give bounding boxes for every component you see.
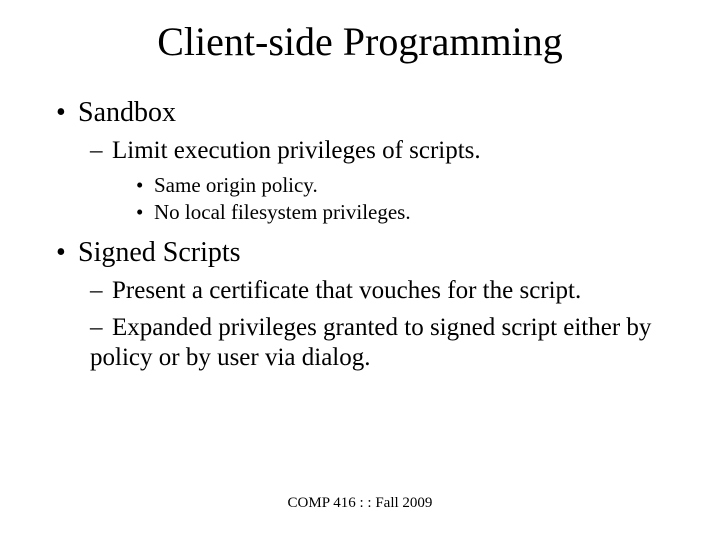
- bullet-text: No local filesystem privileges.: [154, 200, 411, 224]
- bullet-text: Same origin policy.: [154, 173, 318, 197]
- bullet-icon: •: [136, 200, 154, 226]
- slide-footer: COMP 416 : : Fall 2009: [0, 495, 720, 512]
- bullet-text: Expanded privileges granted to signed sc…: [90, 314, 651, 372]
- slide: Client-side Programming •Sandbox –Limit …: [0, 0, 720, 540]
- subsubbullet-same-origin: •Same origin policy.: [136, 173, 670, 199]
- bullet-text: Signed Scripts: [78, 237, 241, 268]
- slide-body: •Sandbox –Limit execution privileges of …: [56, 96, 670, 380]
- dash-icon: –: [90, 136, 112, 167]
- bullet-sandbox: •Sandbox: [56, 96, 670, 130]
- bullet-icon: •: [56, 236, 78, 270]
- slide-title: Client-side Programming: [0, 18, 720, 65]
- subbullet-limit: –Limit execution privileges of scripts.: [90, 136, 670, 167]
- subsubbullet-no-fs: •No local filesystem privileges.: [136, 200, 670, 226]
- dash-icon: –: [90, 276, 112, 307]
- subbullet-cert: –Present a certificate that vouches for …: [90, 276, 670, 307]
- bullet-icon: •: [56, 96, 78, 130]
- bullet-icon: •: [136, 173, 154, 199]
- subbullet-expanded: –Expanded privileges granted to signed s…: [90, 313, 670, 374]
- bullet-text: Sandbox: [78, 97, 176, 128]
- bullet-text: Limit execution privileges of scripts.: [112, 137, 481, 164]
- dash-icon: –: [90, 313, 112, 344]
- bullet-signed-scripts: •Signed Scripts: [56, 236, 670, 270]
- bullet-text: Present a certificate that vouches for t…: [112, 277, 581, 304]
